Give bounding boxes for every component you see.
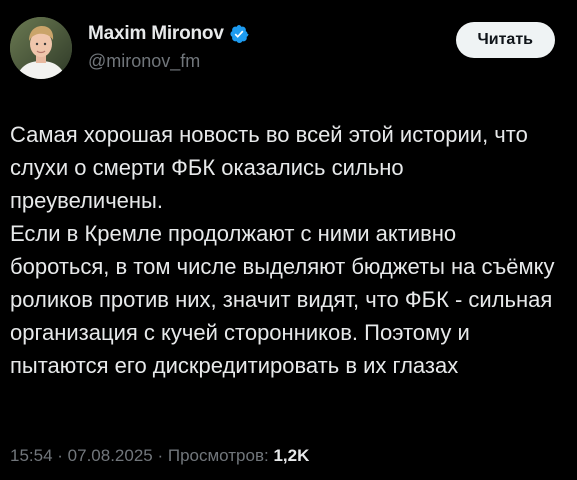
meta-separator: · [152, 446, 168, 465]
tweet-date[interactable]: 07.08.2025 [68, 446, 153, 465]
author-handle[interactable]: @mironov_fm [88, 51, 249, 72]
tweet-time[interactable]: 15:54 [10, 446, 53, 465]
author-display-name[interactable]: Maxim Mironov [88, 23, 224, 45]
tweet-paragraph: Самая хорошая новость во всей этой истор… [10, 122, 528, 213]
follow-button[interactable]: Читать [455, 22, 555, 58]
views-label: Просмотров: [167, 446, 269, 465]
tweet-meta: 15:54 · 07.08.2025 · Просмотров: 1,2K [10, 446, 309, 466]
verified-badge-icon [230, 25, 249, 43]
author-info: Maxim Mironov @mironov_fm [88, 21, 249, 72]
author-name-row: Maxim Mironov [88, 21, 249, 47]
tweet-header: Maxim Mironov @mironov_fm Читать [10, 17, 555, 79]
views-count[interactable]: 1,2K [273, 446, 309, 465]
avatar[interactable] [10, 17, 72, 79]
tweet-paragraph: Если в Кремле продолжают с ними активно … [10, 221, 555, 378]
meta-separator: · [52, 446, 68, 465]
user-avatar-icon [10, 17, 72, 79]
tweet-text: Самая хорошая новость во всей этой истор… [10, 118, 560, 382]
